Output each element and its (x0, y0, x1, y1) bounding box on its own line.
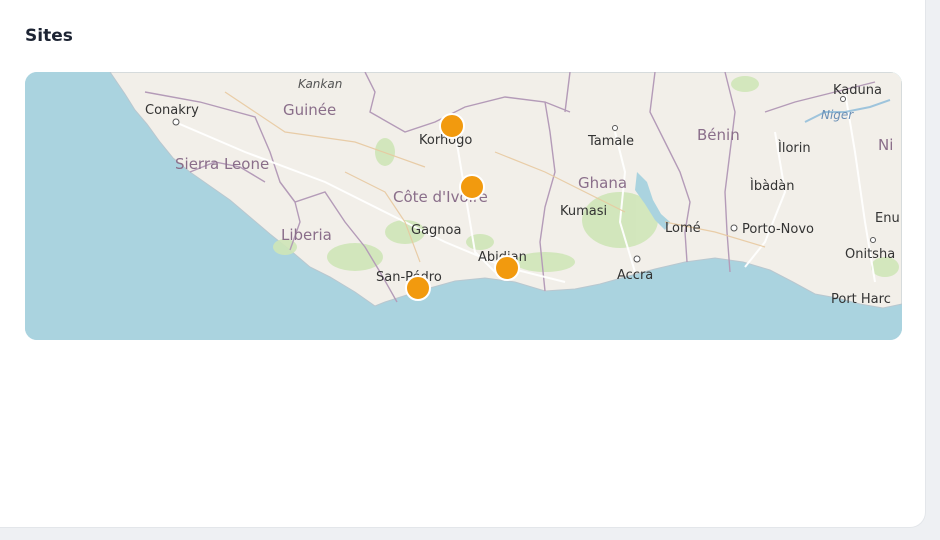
country-label-ghana: Ghana (578, 174, 627, 192)
site-marker-central[interactable] (459, 174, 485, 200)
region-label-kankan: Kankan (298, 77, 342, 91)
city-label-kaduna: Kaduna (833, 83, 882, 98)
city-label-ibadan: Ìbàdàn (750, 178, 795, 194)
river-label-niger: Niger (821, 108, 854, 122)
country-label-benin: Bénin (697, 126, 740, 144)
city-label-porto-novo: Porto-Novo (742, 222, 814, 237)
sites-map[interactable]: Guinée Sierra Leone Liberia Côte d'Ivoir… (25, 72, 902, 340)
city-label-ilorin: Ìlorin (778, 140, 811, 156)
city-label-port-harcourt: Port Harc (831, 292, 891, 307)
country-label-liberia: Liberia (281, 226, 332, 244)
city-label-lome: Lomé (665, 221, 701, 236)
country-label-guinee: Guinée (283, 101, 336, 119)
site-marker-korhogo[interactable] (439, 113, 465, 139)
city-label-enu: Enu (875, 211, 900, 226)
sites-card: Sites Guinée Sierra Leone Liberia Côte d… (0, 0, 926, 528)
city-label-tamale: Tamale (587, 134, 634, 149)
card-title: Sites (25, 26, 73, 46)
city-label-accra: Accra (617, 268, 653, 283)
city-label-conakry: Conakry (145, 103, 199, 118)
site-marker-san-pedro[interactable] (405, 275, 431, 301)
city-label-onitsha: Onitsha (845, 247, 895, 262)
map-canvas[interactable]: Guinée Sierra Leone Liberia Côte d'Ivoir… (25, 72, 902, 340)
city-label-gagnoa: Gagnoa (411, 223, 461, 238)
site-marker-abidjan[interactable] (494, 255, 520, 281)
city-label-kumasi: Kumasi (560, 204, 607, 219)
country-label-sierra-leone: Sierra Leone (175, 155, 269, 173)
country-label-nigeria: Ni (878, 136, 893, 154)
